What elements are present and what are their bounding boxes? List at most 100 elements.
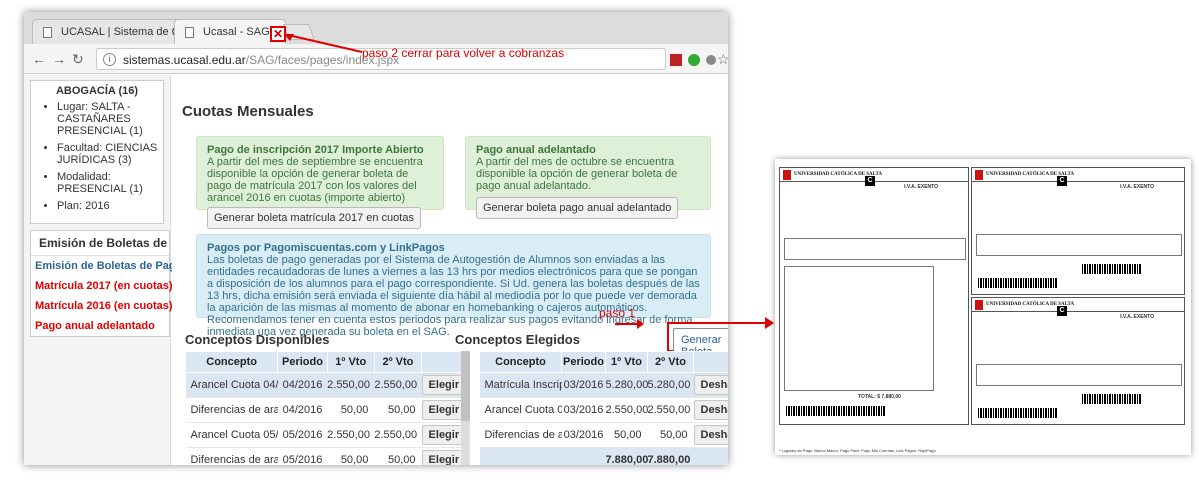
forward-icon[interactable]: → <box>52 51 66 67</box>
table-scrollbar[interactable] <box>461 351 470 465</box>
cell-periodo: 04/2016 <box>277 372 328 398</box>
table-row[interactable]: Diferencias de ara... 04/2016 50,00 50,0… <box>185 397 465 423</box>
receipt-letter: C <box>865 176 875 186</box>
link-emision-boletas[interactable]: Emisión de Boletas de Pago <box>31 256 182 276</box>
concepts-block <box>784 266 934 391</box>
totals-row: 7.880,00 7.880,00 <box>479 447 728 465</box>
cell-vto1: 50,00 <box>327 447 375 465</box>
anual-text: A partir del mes de octubre se encuentra… <box>476 156 678 192</box>
inscripcion-text: A partir del mes de septiembre se encuen… <box>207 156 423 204</box>
iva-label: I.V.A. EXENTO <box>1120 184 1154 190</box>
barcode <box>1082 394 1142 404</box>
step1-arrow <box>615 319 644 329</box>
table-header: Concepto Periodo 1º Vto 2º Vto <box>184 351 465 373</box>
extension-icon[interactable] <box>706 55 716 65</box>
elegir-button[interactable]: Elegir <box>421 375 465 395</box>
reload-icon[interactable]: ↻ <box>72 51 84 68</box>
table-row[interactable]: Diferencias de ara... 03/2016 50,00 50,0… <box>479 422 728 448</box>
detail-facultad: Facultad: CIENCIAS JURÍDICAS (3) <box>57 142 159 166</box>
back-icon[interactable]: ← <box>32 51 46 67</box>
tab-bar: UCASAL | Sistema de Ge ✕ Ucasal - SAG <box>24 12 728 44</box>
cell-periodo: 03/2016 <box>561 422 606 448</box>
cell-vto2: 2.550,00 <box>374 372 422 398</box>
deshacer-button[interactable]: Deshacer <box>693 425 728 445</box>
anual-box: Pago anual adelantado A partir del mes d… <box>465 136 711 219</box>
url-host: sistemas.ucasal.edu.ar <box>123 53 246 67</box>
table-row[interactable]: Arancel Cuota 03/... 03/2016 2.550,00 2.… <box>479 397 728 423</box>
col-concepto[interactable]: Concepto <box>479 351 562 373</box>
page-icon <box>185 27 194 38</box>
elegir-button[interactable]: Elegir <box>421 425 465 445</box>
pdf-extension-icon[interactable] <box>670 54 682 66</box>
col-vto2[interactable]: 2º Vto <box>647 351 694 373</box>
detail-plan: Plan: 2016 <box>57 200 159 212</box>
cell-vto1: 50,00 <box>327 397 375 423</box>
student-block <box>784 238 966 260</box>
cell-vto2: 50,00 <box>374 447 422 465</box>
sidebar: ABOGACÍA (16) Lugar: SALTA - CASTAÑARES … <box>24 75 182 465</box>
university-logo <box>975 169 983 180</box>
barcode <box>978 408 1058 418</box>
career-panel: ABOGACÍA (16) Lugar: SALTA - CASTAÑARES … <box>30 80 164 224</box>
cell-periodo: 05/2016 <box>277 422 328 448</box>
detail-modalidad: Modalidad: PRESENCIAL (1) <box>57 171 159 195</box>
cell-periodo: 05/2016 <box>277 447 328 465</box>
table-row[interactable]: Matrícula Inscripci... 03/2016 5.280,00 … <box>479 372 728 398</box>
link-pago-anual[interactable]: Pago anual adelantado <box>31 316 169 336</box>
receipt-letter: C <box>1057 306 1067 316</box>
cell-vto1: 2.550,00 <box>327 372 375 398</box>
elegir-button[interactable]: Elegir <box>421 450 465 465</box>
deshacer-button[interactable]: Deshacer <box>693 375 728 395</box>
pagos-title: Pagos por Pagomiscuentas.com y LinkPagos <box>207 242 445 254</box>
receipt-copy-top: UNIVERSIDAD CATÓLICA DE SALTA C I.V.A. E… <box>971 167 1185 295</box>
career-title: ABOGACÍA (16) <box>55 85 139 97</box>
student-block <box>976 364 1182 386</box>
extension-icon[interactable] <box>688 54 700 66</box>
col-vto1[interactable]: 1º Vto <box>605 351 648 373</box>
table-row[interactable]: Arancel Cuota 05/... 05/2016 2.550,00 2.… <box>185 422 465 448</box>
page-title: Cuotas Mensuales <box>182 103 314 120</box>
cell-concepto: Matrícula Inscripci... <box>479 372 562 398</box>
tab-title: Ucasal - SAG <box>203 26 270 38</box>
cell-vto1: 2.550,00 <box>327 422 375 448</box>
col-concepto[interactable]: Concepto <box>184 351 279 373</box>
result-arrow <box>727 317 774 329</box>
receipt-letter: C <box>1057 176 1067 186</box>
student-block <box>976 234 1182 256</box>
receipt-main: UNIVERSIDAD CATÓLICA DE SALTA C I.V.A. E… <box>779 167 969 425</box>
disponibles-table: Concepto Periodo 1º Vto 2º Vto Arancel C… <box>184 351 465 465</box>
cell-periodo: 04/2016 <box>277 397 328 423</box>
col-vto1[interactable]: 1º Vto <box>326 351 375 373</box>
star-icon[interactable]: ☆ <box>717 51 728 68</box>
generate-anual-button[interactable]: Generar boleta pago anual adelantado <box>476 197 679 219</box>
cell-vto2: 5.280,00 <box>647 372 694 398</box>
scrollbar-thumb[interactable] <box>461 351 470 421</box>
cell-vto1: 5.280,00 <box>605 372 648 398</box>
table-row[interactable]: Diferencias de ara... 05/2016 50,00 50,0… <box>185 447 465 465</box>
generate-matricula-button[interactable]: Generar boleta matrícula 2017 en cuotas <box>207 207 421 229</box>
emision-panel: Emisión de Boletas de Pago Emisión de Bo… <box>30 230 182 337</box>
table-header: Concepto Periodo 1º Vto 2º Vto <box>479 351 728 373</box>
col-periodo[interactable]: Periodo <box>277 351 328 373</box>
link-matricula-2017[interactable]: Matrícula 2017 (en cuotas) <box>31 276 173 296</box>
receipt-document: UNIVERSIDAD CATÓLICA DE SALTA C I.V.A. E… <box>775 159 1191 455</box>
tab-title: UCASAL | Sistema de Ge <box>61 26 184 38</box>
close-annotation: paso 2 cerrar para volver a cobranzas <box>362 46 565 60</box>
table-row[interactable]: Arancel Cuota 04/... 04/2016 2.550,00 2.… <box>185 372 465 398</box>
total-vto1: 7.880,00 <box>605 447 648 465</box>
university-logo <box>783 169 791 180</box>
cell-concepto: Diferencias de ara... <box>185 397 278 423</box>
col-vto2[interactable]: 2º Vto <box>373 351 423 373</box>
receipt-footer: * Lugares de Pago: Banco Macro, Pago Fác… <box>779 448 936 453</box>
elegir-button[interactable]: Elegir <box>421 400 465 420</box>
col-periodo[interactable]: Periodo <box>561 351 606 373</box>
cell-concepto: Arancel Cuota 05/... <box>185 422 278 448</box>
link-matricula-2016[interactable]: Matrícula 2016 (en cuotas) <box>31 296 173 316</box>
tab-ucasal-sistema[interactable]: UCASAL | Sistema de Ge ✕ <box>32 19 184 44</box>
elegidos-title: Conceptos Elegidos <box>455 332 580 347</box>
cell-concepto: Diferencias de ara... <box>479 422 562 448</box>
receipt-copy-bottom: UNIVERSIDAD CATÓLICA DE SALTA C I.V.A. E… <box>971 297 1185 425</box>
deshacer-button[interactable]: Deshacer <box>693 400 728 420</box>
info-icon[interactable]: i <box>103 53 116 66</box>
close-annotation-arrow <box>284 34 363 53</box>
